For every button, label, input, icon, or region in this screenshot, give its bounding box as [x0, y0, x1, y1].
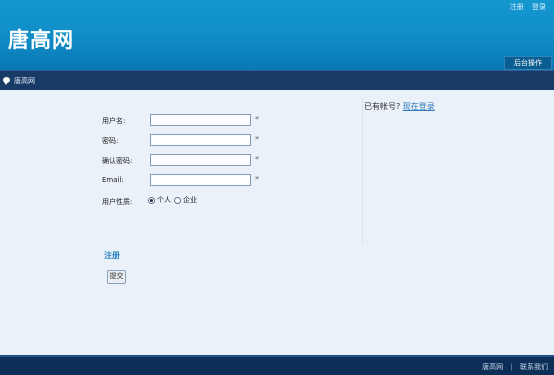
login-now-link[interactable]: 现在登录	[403, 102, 435, 111]
breadcrumb[interactable]: 唐高网	[14, 76, 35, 86]
chat-bubble-icon	[3, 77, 10, 85]
confirm-password-field-box	[150, 154, 251, 166]
email-field-box	[150, 174, 251, 186]
site-header: 注册 登录 唐高网 后台操作	[0, 0, 554, 70]
personal-radio[interactable]	[148, 196, 155, 204]
password-input[interactable]	[151, 135, 250, 146]
password-field-box	[150, 134, 251, 146]
company-label: 企业	[183, 196, 197, 204]
password-row: 密码: *	[102, 134, 360, 148]
username-label: 用户名:	[102, 117, 126, 125]
user-type-company-option[interactable]: 企业	[174, 195, 197, 205]
footer-separator: |	[510, 363, 513, 371]
user-type-label: 用户性质:	[102, 198, 133, 206]
user-type-row: 用户性质: 个人 企业	[102, 195, 360, 209]
email-row: Email: *	[102, 174, 360, 188]
register-link[interactable]: 注册	[510, 3, 524, 11]
required-mark: *	[255, 115, 259, 124]
username-input[interactable]	[151, 115, 250, 126]
footer-site-link[interactable]: 唐高网	[482, 363, 503, 371]
admin-tab[interactable]: 后台操作	[504, 56, 552, 70]
site-logo[interactable]: 唐高网	[8, 24, 74, 54]
required-mark: *	[255, 175, 259, 184]
register-section-title: 注册	[104, 251, 120, 260]
confirm-password-row: 确认密码: *	[102, 154, 360, 168]
top-links: 注册 登录	[504, 2, 546, 12]
confirm-password-input[interactable]	[151, 155, 250, 166]
main-content: 用户名: * 密码: * 确认密码: * Email: * 用户性质: 个人 企…	[0, 90, 554, 355]
login-link[interactable]: 登录	[532, 3, 546, 11]
login-prompt-text: 已有帐号?	[364, 102, 401, 111]
username-field-box	[150, 114, 251, 126]
breadcrumb-bar: 唐高网	[0, 70, 554, 90]
submit-button[interactable]: 提交	[107, 270, 126, 284]
user-type-personal-option[interactable]: 个人	[148, 195, 171, 205]
confirm-password-label: 确认密码:	[102, 157, 133, 165]
footer-contact-link[interactable]: 联系我们	[520, 363, 548, 371]
footer-links: 唐高网 | 联系我们	[477, 362, 548, 372]
site-footer: 唐高网 | 联系我们	[0, 355, 554, 375]
vertical-divider	[362, 98, 363, 243]
email-input[interactable]	[151, 175, 250, 186]
username-row: 用户名: *	[102, 114, 360, 128]
login-prompt: 已有帐号? 现在登录	[364, 101, 435, 112]
email-label: Email:	[102, 176, 124, 184]
required-mark: *	[255, 155, 259, 164]
required-mark: *	[255, 135, 259, 144]
password-label: 密码:	[102, 137, 119, 145]
company-radio[interactable]	[174, 196, 181, 204]
personal-label: 个人	[157, 196, 171, 204]
